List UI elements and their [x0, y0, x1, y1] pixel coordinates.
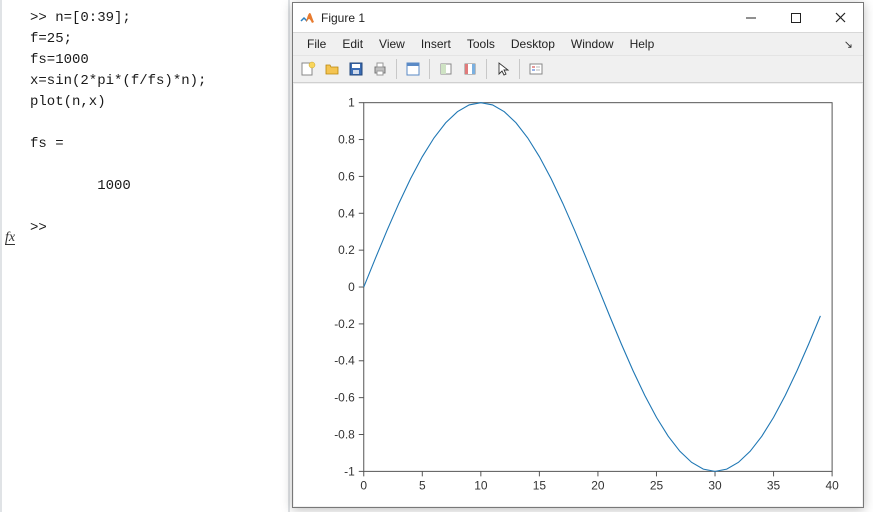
xtick-label: 20	[591, 478, 605, 492]
toolbar-separator	[396, 59, 397, 79]
link-icon[interactable]	[435, 58, 457, 80]
menu-edit[interactable]: Edit	[334, 35, 371, 53]
datacursor-icon[interactable]	[402, 58, 424, 80]
ytick-label: 0.2	[338, 243, 355, 257]
titlebar[interactable]: Figure 1	[293, 3, 863, 33]
xtick-label: 0	[360, 478, 367, 492]
menu-window[interactable]: Window	[563, 35, 622, 53]
xtick-label: 15	[533, 478, 547, 492]
pointer-icon[interactable]	[492, 58, 514, 80]
menubar: FileEditViewInsertToolsDesktopWindowHelp…	[293, 33, 863, 55]
minimize-button[interactable]	[728, 3, 773, 32]
menu-desktop[interactable]: Desktop	[503, 35, 563, 53]
xtick-label: 40	[825, 478, 839, 492]
menu-tools[interactable]: Tools	[459, 35, 503, 53]
close-button[interactable]	[818, 3, 863, 32]
matlab-icon	[299, 10, 315, 26]
plot-canvas[interactable]: 0 5 10 15 20 25 30 35 40 -1 -0.8 -0.6 -0.4 -0.2 0 0.2 0.…	[294, 84, 862, 506]
menu-file[interactable]: File	[299, 35, 334, 53]
xtick-label: 35	[767, 478, 781, 492]
command-window[interactable]: fx >> n=[0:39]; f=25; fs=1000 x=sin(2*pi…	[0, 0, 290, 512]
ytick-label: 0	[348, 280, 355, 294]
menu-help[interactable]: Help	[622, 35, 663, 53]
ytick-label: -0.2	[334, 317, 355, 331]
colorbar-icon[interactable]	[459, 58, 481, 80]
ytick-label: -0.4	[334, 354, 355, 368]
plot-svg: 0 5 10 15 20 25 30 35 40 -1 -0.8 -0.6 -0.4 -0.2 0 0.2 0.…	[294, 84, 862, 506]
xtick-label: 10	[474, 478, 488, 492]
open-icon[interactable]	[321, 58, 343, 80]
window-title: Figure 1	[321, 11, 728, 25]
ytick-label: -0.6	[334, 391, 355, 405]
print-icon[interactable]	[369, 58, 391, 80]
toolbar-separator	[429, 59, 430, 79]
save-icon[interactable]	[345, 58, 367, 80]
new-figure-icon[interactable]	[297, 58, 319, 80]
toolbar-separator	[486, 59, 487, 79]
xtick-label: 30	[708, 478, 722, 492]
figure-window: Figure 1 FileEditViewInsertToolsDesktopW…	[292, 2, 864, 508]
toolbar	[293, 55, 863, 83]
dock-icon[interactable]: ↘	[844, 38, 857, 51]
xtick-label: 5	[419, 478, 426, 492]
toolbar-separator	[519, 59, 520, 79]
ytick-label: 0.4	[338, 206, 355, 220]
command-text[interactable]: >> n=[0:39]; f=25; fs=1000 x=sin(2*pi*(f…	[2, 8, 288, 239]
menu-view[interactable]: View	[371, 35, 413, 53]
insert-legend-icon[interactable]	[525, 58, 547, 80]
ytick-label: -0.8	[334, 427, 355, 441]
ytick-label: 1	[348, 96, 355, 110]
ytick-label: -1	[344, 464, 355, 478]
menu-insert[interactable]: Insert	[413, 35, 459, 53]
xtick-label: 25	[650, 478, 664, 492]
maximize-button[interactable]	[773, 3, 818, 32]
fx-indicator: fx	[5, 231, 15, 245]
ytick-label: 0.8	[338, 133, 355, 147]
ytick-label: 0.6	[338, 169, 355, 183]
